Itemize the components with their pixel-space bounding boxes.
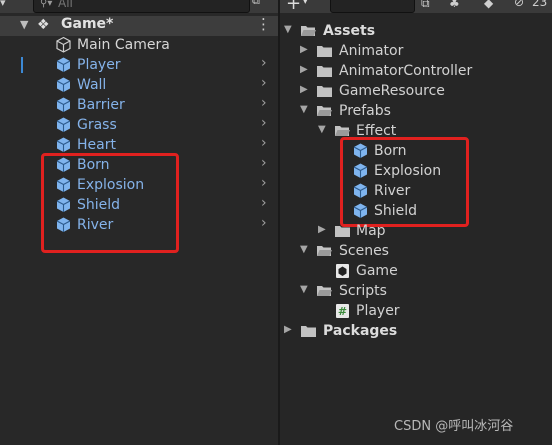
tree-item-scripts[interactable]: ▼ Scripts — [300, 282, 540, 302]
hierarchy-item-label: Barrier — [77, 97, 125, 113]
tree-item-gameresource[interactable]: ▶ GameResource — [300, 82, 540, 102]
unity-scene-file-icon — [336, 264, 349, 278]
tree-item-assets[interactable]: ▼ Assets — [284, 22, 544, 42]
scene-row[interactable]: ▼ ❖ Game* ⋮ — [0, 15, 278, 36]
tree-item-label: Prefabs — [339, 103, 391, 119]
prefab-cube-icon — [56, 97, 71, 112]
tree-item-label: Packages — [323, 323, 398, 339]
hierarchy-item-main-camera[interactable]: Main Camera — [0, 36, 278, 56]
tree-item-prefabs[interactable]: ▼ Prefabs — [300, 102, 540, 122]
tree-item-map[interactable]: ▶ Map — [318, 222, 538, 242]
prefab-cube-icon — [56, 57, 71, 72]
hierarchy-item-label: Heart — [77, 137, 116, 153]
tree-item-scenes[interactable]: ▼ Scenes — [300, 242, 540, 262]
svg-text:#: # — [338, 305, 347, 318]
tree-item-label: Player — [356, 303, 400, 319]
tree-item-label: GameResource — [339, 83, 445, 99]
chevron-right-icon[interactable]: › — [261, 155, 267, 171]
watermark: CSDN @呼叫冰河谷 — [394, 419, 514, 434]
tree-item-label: Assets — [323, 23, 376, 39]
hierarchy-item-wall[interactable]: Wall › — [0, 75, 278, 96]
hierarchy-item-label: Wall — [77, 77, 107, 93]
create-plus-icon[interactable]: + — [286, 0, 301, 14]
chevron-right-icon[interactable]: › — [261, 115, 267, 131]
chevron-right-icon[interactable]: › — [261, 195, 267, 211]
search-by-label-icon[interactable]: ♣ — [449, 0, 460, 10]
folder-open-icon — [317, 246, 332, 256]
expand-arrow-icon[interactable]: ▼ — [300, 244, 308, 255]
prefab-cube-icon — [56, 77, 71, 92]
folder-open-icon — [317, 286, 332, 296]
unity-scene-icon: ❖ — [37, 17, 50, 33]
folder-icon — [317, 66, 332, 77]
gameobject-cube-icon — [56, 36, 71, 53]
chevron-right-icon[interactable]: › — [261, 75, 267, 91]
tree-item-game-scene[interactable]: Game — [334, 262, 534, 282]
project-search-input[interactable] — [330, 0, 415, 13]
search-placeholder: All — [58, 0, 73, 10]
collapse-arrow-icon[interactable]: ▶ — [300, 84, 308, 95]
chevron-right-icon[interactable]: › — [261, 215, 267, 231]
tree-item-packages[interactable]: ▶ Packages — [284, 322, 544, 342]
collapse-arrow-icon[interactable]: ▶ — [300, 64, 308, 75]
search-by-type-icon[interactable]: ⧉ — [421, 0, 430, 11]
expand-arrow-icon[interactable]: ▼ — [300, 284, 308, 295]
tree-item-label: Game — [356, 263, 398, 279]
folder-icon — [301, 326, 316, 337]
collapse-arrow-icon[interactable]: ▶ — [300, 44, 308, 55]
folder-icon — [317, 86, 332, 97]
hierarchy-search-input[interactable]: ⚲▾ All — [33, 0, 250, 13]
expand-arrow-icon[interactable]: ▼ — [20, 18, 28, 31]
tree-item-animator[interactable]: ▶ Animator — [300, 42, 540, 62]
highlight-box-hierarchy — [41, 153, 179, 253]
chevron-right-icon[interactable]: › — [261, 135, 267, 151]
more-options-icon[interactable]: ⋮ — [256, 15, 271, 33]
tree-item-label: Animator — [339, 43, 404, 59]
chevron-right-icon[interactable]: › — [261, 55, 267, 71]
tree-item-label: Map — [356, 223, 386, 239]
tag-icon[interactable]: ◆ — [484, 0, 493, 10]
tree-item-animatorcontroller[interactable]: ▶ AnimatorController — [300, 62, 540, 82]
hierarchy-item-barrier[interactable]: Barrier › — [0, 95, 278, 116]
highlight-box-project — [340, 137, 469, 227]
hierarchy-menu-icon[interactable]: ▾ — [0, 0, 18, 12]
tree-item-player-script[interactable]: # Player — [334, 302, 534, 322]
hierarchy-item-label: Grass — [77, 117, 117, 133]
tree-item-label: AnimatorController — [339, 63, 473, 79]
hierarchy-item-player[interactable]: Player › — [0, 55, 278, 76]
tree-item-label: Scripts — [339, 283, 387, 299]
prefab-cube-icon — [56, 117, 71, 132]
prefab-cube-icon — [56, 137, 71, 152]
visibility-count: 23 — [532, 0, 548, 9]
folder-open-icon — [317, 106, 332, 116]
folder-icon — [317, 46, 332, 57]
search-icon: ⚲▾ — [40, 0, 53, 9]
collapse-arrow-icon[interactable]: ▶ — [318, 224, 326, 235]
expand-arrow-icon[interactable]: ▼ — [300, 104, 308, 115]
hidden-eye-icon[interactable]: ⊘ — [514, 0, 524, 9]
create-dropdown-arrow-icon[interactable]: ▾ — [303, 0, 308, 7]
expand-arrow-icon[interactable]: ▼ — [318, 124, 326, 135]
collapse-arrow-icon[interactable]: ▶ — [284, 324, 292, 335]
hierarchy-item-label: Main Camera — [77, 37, 170, 53]
scene-name: Game* — [61, 16, 114, 32]
hierarchy-item-grass[interactable]: Grass › — [0, 115, 278, 136]
hierarchy-item-label: Player — [77, 57, 121, 73]
csharp-script-icon: # — [336, 304, 349, 318]
chevron-right-icon[interactable]: › — [261, 95, 267, 111]
folder-open-icon — [301, 26, 316, 36]
project-toolbar — [280, 0, 552, 13]
chevron-right-icon[interactable]: › — [261, 175, 267, 191]
hierarchy-options-icon[interactable]: ⧉ — [252, 0, 270, 10]
folder-icon — [335, 226, 350, 237]
tree-item-label: Scenes — [339, 243, 389, 259]
expand-arrow-icon[interactable]: ▼ — [284, 24, 292, 35]
